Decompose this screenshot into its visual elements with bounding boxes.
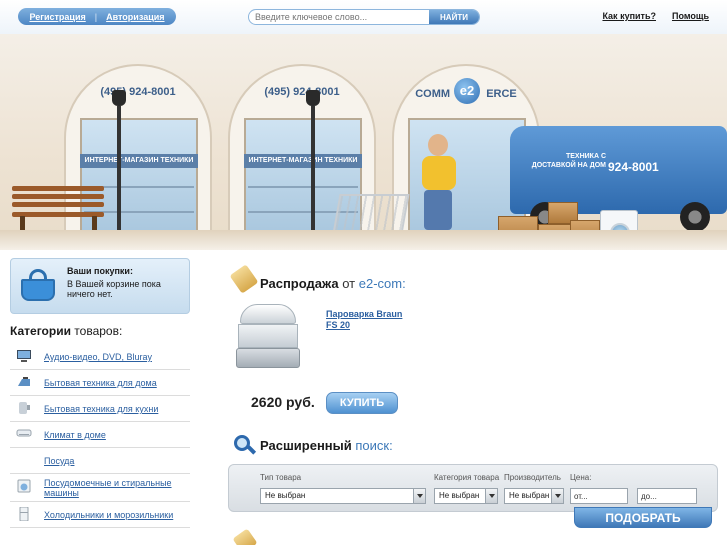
category-item-washing[interactable]: Посудомоечные и стиральные машины	[10, 474, 190, 502]
pick-button[interactable]: ПОДОБРАТЬ	[574, 507, 712, 528]
categories-title-rest: товаров:	[74, 324, 123, 338]
category-item-climate[interactable]: Климат в доме	[10, 422, 190, 448]
type-label: Тип товара	[260, 473, 302, 482]
magnifier-icon	[232, 433, 257, 457]
category-link[interactable]: Бытовая техника для кухни	[44, 404, 190, 414]
top-bar: Регистрация | Авторизация НАЙТИ Как купи…	[0, 0, 727, 34]
category-item-kitchen-appliances[interactable]: Бытовая техника для кухни	[10, 396, 190, 422]
category-link[interactable]: Посудомоечные и стиральные машины	[44, 478, 190, 498]
search-button[interactable]: НАЙТИ	[429, 10, 479, 24]
search-input[interactable]	[255, 10, 431, 24]
maker-label: Производитель	[504, 473, 561, 482]
price-tag-icon	[229, 262, 259, 294]
logo-right: ERCE	[486, 88, 517, 100]
logo-left: COMM	[415, 88, 451, 100]
sale-title-from: от	[342, 276, 356, 291]
van-slogan: ТЕХНИКА С ДОСТАВКОЙ НА ДОМ	[531, 153, 606, 169]
hero-phone-2: (495) 924-8001	[264, 86, 340, 98]
chevron-down-icon	[485, 489, 497, 503]
product-name-link[interactable]: Пароварка Braun FS 20	[326, 309, 416, 331]
washing-machine-icon	[17, 479, 31, 493]
category-item-fridges[interactable]: Холодильники и морозильники	[10, 502, 190, 528]
hero-phone-1: (495) 924-8001	[100, 86, 176, 98]
chevron-down-icon	[551, 489, 563, 503]
category-item-audio-video[interactable]: Аудио-видео, DVD, Bluray	[10, 344, 190, 370]
air-conditioner-icon	[16, 429, 32, 437]
price-label: Цена:	[570, 473, 592, 482]
cart-widget[interactable]: Ваши покупки: В Вашей корзине пока ничег…	[10, 258, 190, 314]
van-phone: 924-8001	[608, 160, 659, 174]
category-item-home-appliances[interactable]: Бытовая техника для дома	[10, 370, 190, 396]
categories-heading: Категории товаров:	[10, 324, 122, 338]
advanced-search-heading: Расширенный поиск:	[260, 438, 393, 453]
steamer-product-image[interactable]	[232, 300, 304, 372]
basket-icon	[19, 269, 57, 303]
categories-title-bold: Категории	[10, 324, 71, 338]
lamp-post	[117, 106, 121, 234]
delivery-man-illustration	[410, 134, 466, 234]
hero-sign-2: ИНТЕРНЕТ-МАГАЗИН ТЕХНИКИ	[244, 154, 362, 168]
adv-title-bold: Расширенный	[260, 438, 352, 453]
street-lamp-icon	[112, 90, 126, 106]
login-link[interactable]: Авторизация	[106, 12, 164, 22]
sale-heading: Распродажа от e2-com:	[260, 276, 406, 291]
hero-sign-1: ИНТЕРНЕТ-МАГАЗИН ТЕХНИКИ	[80, 154, 198, 168]
cart-status: В Вашей корзине пока ничего нет.	[67, 279, 161, 299]
buy-button[interactable]: КУПИТЬ	[326, 392, 398, 414]
category-label: Категория товара	[434, 473, 500, 482]
sale-title-bold: Распродажа	[260, 276, 339, 291]
category-link[interactable]: Аудио-видео, DVD, Bluray	[44, 352, 190, 362]
adv-title-rest: поиск:	[355, 438, 393, 453]
auth-bar: Регистрация | Авторизация	[18, 8, 176, 25]
category-link[interactable]: Климат в доме	[44, 430, 190, 440]
type-select-value: Не выбран	[265, 491, 306, 500]
top-links: Как купить? Помощь	[602, 11, 709, 21]
hero-banner: (495) 924-8001 ИНТЕРНЕТ-МАГАЗИН ТЕХНИКИ …	[0, 34, 727, 250]
window-shelf	[248, 186, 358, 188]
e2-logo-icon: e2	[454, 78, 480, 104]
street-lamp-icon	[306, 90, 320, 106]
how-to-buy-link[interactable]: Как купить?	[602, 11, 656, 21]
category-link[interactable]: Холодильники и морозильники	[44, 510, 190, 520]
dishes-icon	[16, 453, 32, 467]
register-link[interactable]: Регистрация	[29, 12, 85, 22]
bench-icon	[12, 186, 104, 234]
maker-select-value: Не выбран	[509, 491, 550, 500]
price-tag-icon	[232, 528, 258, 545]
maker-select[interactable]: Не выбран	[504, 488, 564, 504]
category-link[interactable]: Посуда	[44, 456, 190, 466]
tv-icon	[17, 350, 31, 362]
type-select[interactable]: Не выбран	[260, 488, 426, 504]
fridge-icon	[19, 507, 29, 521]
pavement	[0, 230, 727, 250]
search-box: НАЙТИ	[248, 9, 480, 25]
chevron-down-icon	[413, 489, 425, 503]
sale-title-brand: e2-com:	[358, 276, 406, 291]
price-from-input[interactable]	[570, 488, 628, 504]
lamp-post	[311, 106, 315, 234]
help-link[interactable]: Помощь	[672, 11, 709, 21]
auth-separator: |	[94, 11, 98, 22]
product-price: 2620 руб.	[251, 394, 315, 410]
iron-icon	[18, 377, 30, 386]
category-item-dishes[interactable]: Посуда	[10, 448, 190, 474]
category-list: Аудио-видео, DVD, Bluray Бытовая техника…	[10, 344, 190, 528]
kitchen-appliance-icon	[19, 402, 30, 414]
category-link[interactable]: Бытовая техника для дома	[44, 378, 190, 388]
price-to-input[interactable]	[637, 488, 697, 504]
category-select[interactable]: Не выбран	[434, 488, 498, 504]
category-select-value: Не выбран	[439, 491, 480, 500]
cart-title: Ваши покупки:	[67, 266, 133, 276]
